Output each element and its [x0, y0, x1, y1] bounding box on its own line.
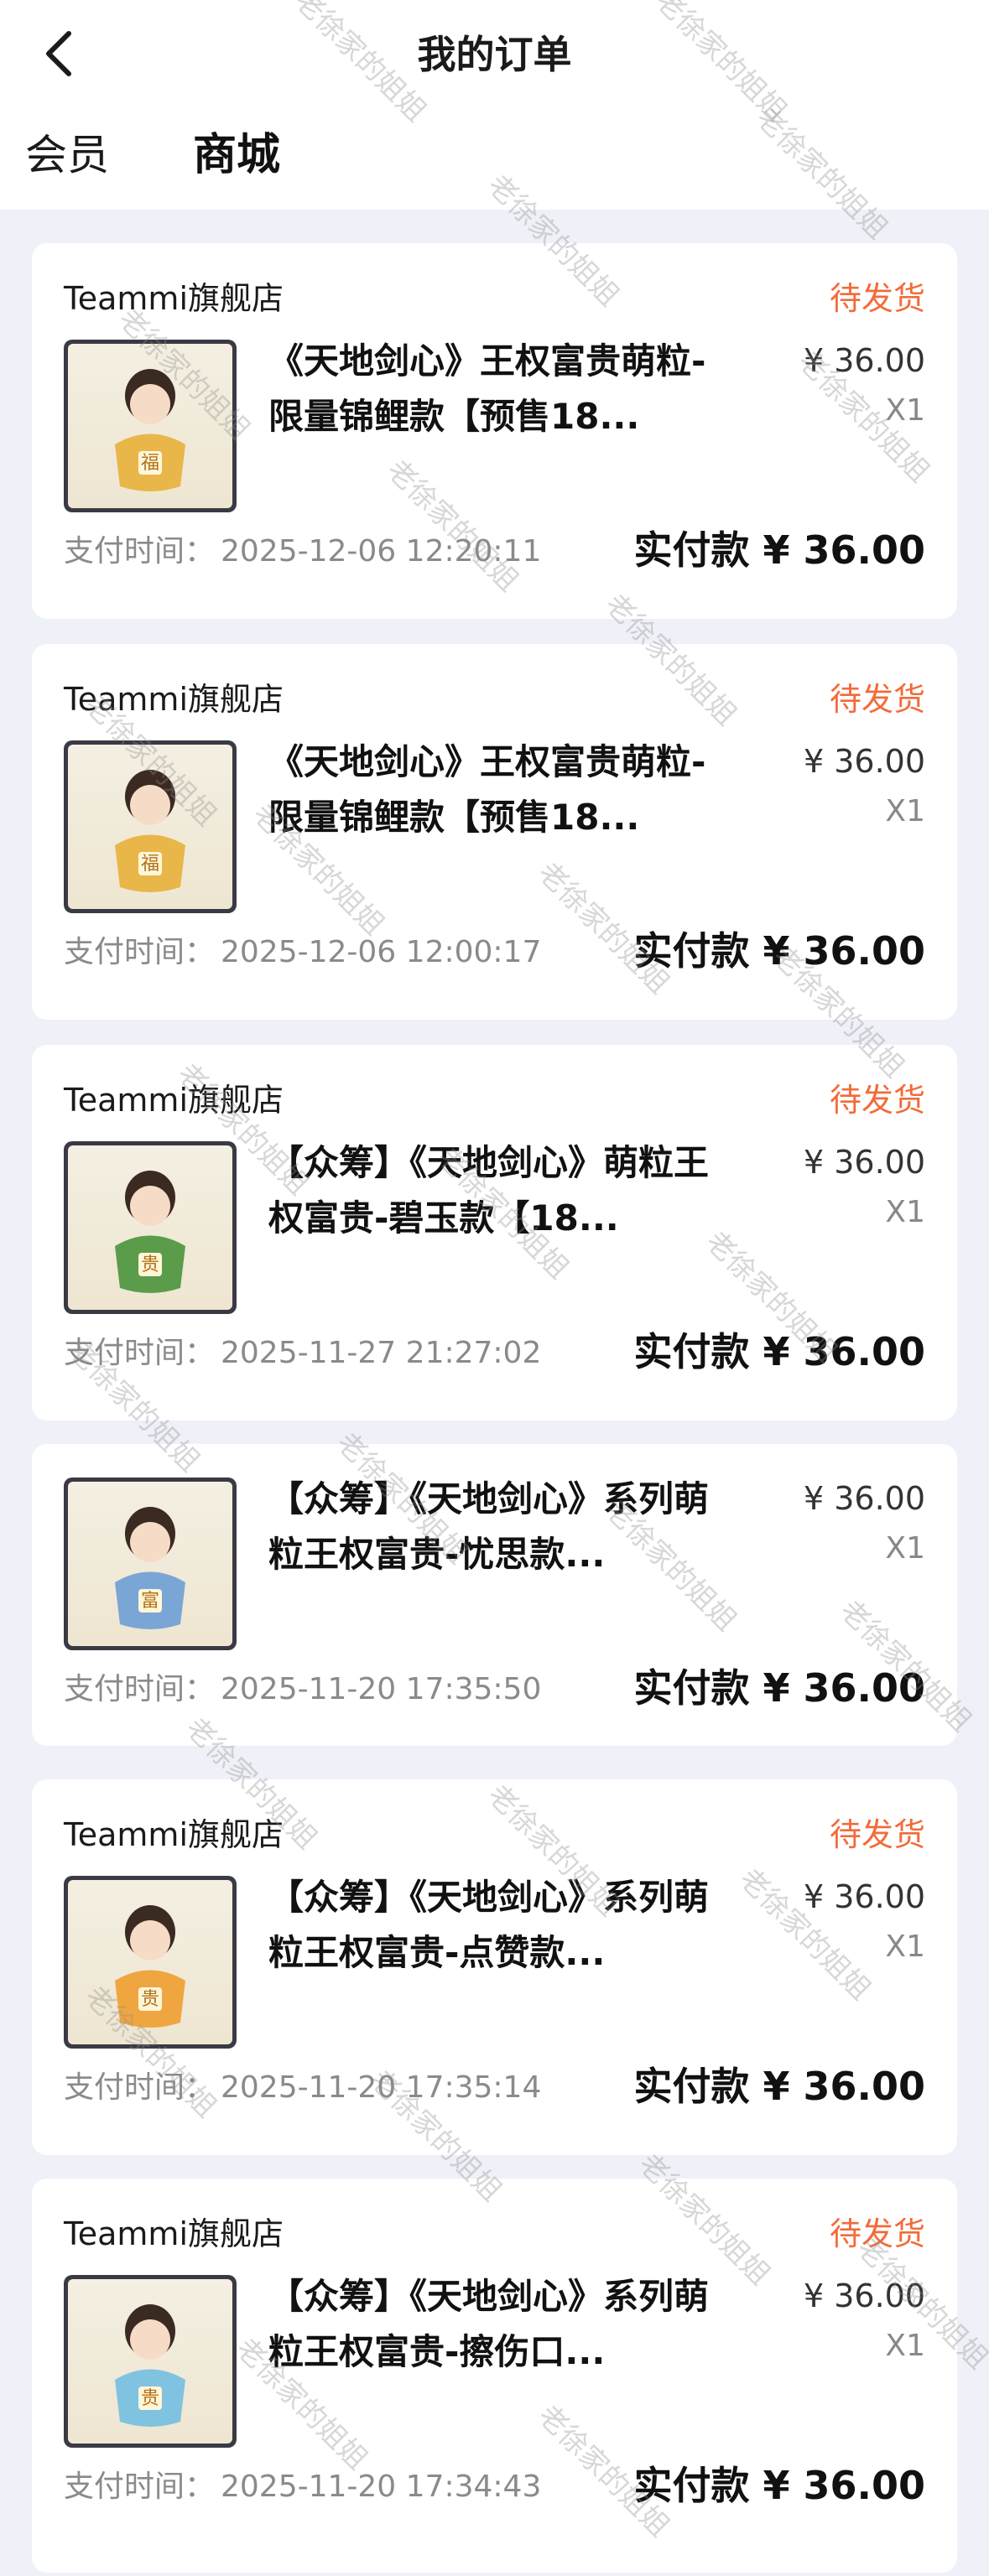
store-name[interactable]: Teammi旗舰店 — [64, 1811, 284, 1858]
pay-time-value: 2025-11-27 21:27:02 — [221, 1336, 542, 1370]
order-status: 待发货 — [829, 681, 925, 718]
tab-member[interactable]: 会员 — [25, 122, 109, 189]
pay-time-value: 2025-12-06 12:00:17 — [221, 935, 542, 969]
tab-mall[interactable]: 商城 — [193, 122, 280, 189]
product-name[interactable]: 【众筹】《天地剑心》萌粒王权富贵-碧玉款【18... — [268, 1135, 738, 1246]
product-thumbnail[interactable]: 福 — [64, 340, 237, 512]
order-status: 待发货 — [829, 1082, 925, 1119]
order-card[interactable]: Teammi旗舰店 待发货 贵 【众筹】《天地剑心》系列萌粒王权富贵-点赞款..… — [32, 1779, 957, 2155]
pay-time-label: 支付时间： — [64, 2470, 216, 2504]
product-thumbnail[interactable]: 贵 — [64, 1141, 237, 1314]
order-status: 待发货 — [829, 2215, 925, 2252]
quantity: X1 — [885, 393, 925, 428]
quantity: X1 — [885, 1929, 925, 1964]
unit-price: ¥ 36.00 — [803, 1878, 925, 1915]
paid-amount: 实付款 ¥ 36.00 — [633, 928, 925, 974]
quantity: X1 — [885, 1195, 925, 1229]
paid-amount: 实付款 ¥ 36.00 — [633, 527, 925, 573]
order-card[interactable]: Teammi旗舰店 待发货 福 《天地剑心》王权富贵萌粒-限量锦鲤款【预售18.… — [32, 644, 957, 1020]
unit-price: ¥ 36.00 — [803, 743, 925, 780]
product-figure-image: 福 — [115, 770, 185, 892]
top-bar: 我的订单 会员 商城 — [0, 0, 989, 210]
product-name[interactable]: 【众筹】《天地剑心》系列萌粒王权富贵-忧思款... — [268, 1472, 738, 1582]
unit-price: ¥ 36.00 — [803, 2277, 925, 2314]
orders-page: 我的订单 会员 商城 Teammi旗舰店 待发货 福 《天地剑心》王权富贵萌粒-… — [0, 0, 989, 2576]
product-figure-image: 贵 — [115, 1171, 185, 1293]
pay-time-value: 2025-11-20 17:35:14 — [221, 2070, 542, 2105]
quantity: X1 — [885, 1531, 925, 1566]
product-name[interactable]: 《天地剑心》王权富贵萌粒-限量锦鲤款【预售18... — [268, 334, 738, 444]
product-figure-image: 福 — [115, 369, 185, 491]
paid-amount: 实付款 ¥ 36.00 — [633, 1329, 925, 1374]
order-card[interactable]: 富 【众筹】《天地剑心》系列萌粒王权富贵-忧思款... ¥ 36.00 X1 支… — [32, 1444, 957, 1746]
product-thumbnail[interactable]: 福 — [64, 740, 237, 913]
product-name[interactable]: 《天地剑心》王权富贵萌粒-限量锦鲤款【预售18... — [268, 735, 738, 845]
unit-price: ¥ 36.00 — [803, 1144, 925, 1181]
svg-text:贵: 贵 — [141, 1254, 159, 1275]
product-name[interactable]: 【众筹】《天地剑心》系列萌粒王权富贵-擦伤口... — [268, 2269, 738, 2380]
store-name[interactable]: Teammi旗舰店 — [64, 275, 284, 322]
paid-amount: 实付款 ¥ 36.00 — [633, 2064, 925, 2109]
svg-text:福: 福 — [141, 854, 159, 875]
page-title: 我的订单 — [417, 32, 572, 77]
unit-price: ¥ 36.00 — [803, 342, 925, 379]
tab-bar: 会员 商城 — [0, 122, 989, 189]
product-thumbnail[interactable]: 贵 — [64, 2275, 237, 2448]
store-name[interactable]: Teammi旗舰店 — [64, 1077, 284, 1124]
paid-amount: 实付款 ¥ 36.00 — [633, 2463, 925, 2508]
quantity: X1 — [885, 794, 925, 828]
order-status: 待发货 — [829, 280, 925, 317]
svg-text:贵: 贵 — [141, 1989, 159, 2010]
pay-time-value: 2025-11-20 17:34:43 — [221, 2470, 542, 2504]
pay-time-label: 支付时间： — [64, 1672, 216, 1706]
product-thumbnail[interactable]: 贵 — [64, 1876, 237, 2049]
paid-amount: 实付款 ¥ 36.00 — [633, 1665, 925, 1711]
pay-time-value: 2025-12-06 12:20:11 — [221, 534, 542, 569]
unit-price: ¥ 36.00 — [803, 1480, 925, 1517]
product-figure-image: 贵 — [115, 2304, 185, 2427]
pay-time-label: 支付时间： — [64, 935, 216, 969]
pay-time-value: 2025-11-20 17:35:50 — [221, 1672, 542, 1706]
svg-text:福: 福 — [141, 453, 159, 474]
order-card[interactable]: Teammi旗舰店 待发货 贵 【众筹】《天地剑心》系列萌粒王权富贵-擦伤口..… — [32, 2179, 957, 2573]
quantity: X1 — [885, 2329, 925, 2363]
order-card[interactable]: Teammi旗舰店 待发货 贵 【众筹】《天地剑心》萌粒王权富贵-碧玉款【18.… — [32, 1045, 957, 1420]
product-figure-image: 贵 — [115, 1905, 185, 2028]
store-name[interactable]: Teammi旗舰店 — [64, 676, 284, 723]
store-name[interactable]: Teammi旗舰店 — [64, 2210, 284, 2257]
order-status: 待发货 — [829, 1816, 925, 1853]
product-name[interactable]: 【众筹】《天地剑心》系列萌粒王权富贵-点赞款... — [268, 1870, 738, 1981]
pay-time-label: 支付时间： — [64, 534, 216, 569]
product-figure-image: 富 — [115, 1507, 185, 1629]
svg-text:富: 富 — [141, 1591, 159, 1612]
pay-time-label: 支付时间： — [64, 1336, 216, 1370]
pay-time-label: 支付时间： — [64, 2070, 216, 2105]
order-card[interactable]: Teammi旗舰店 待发货 福 《天地剑心》王权富贵萌粒-限量锦鲤款【预售18.… — [32, 243, 957, 619]
svg-text:贵: 贵 — [141, 2388, 159, 2409]
product-thumbnail[interactable]: 富 — [64, 1478, 237, 1650]
